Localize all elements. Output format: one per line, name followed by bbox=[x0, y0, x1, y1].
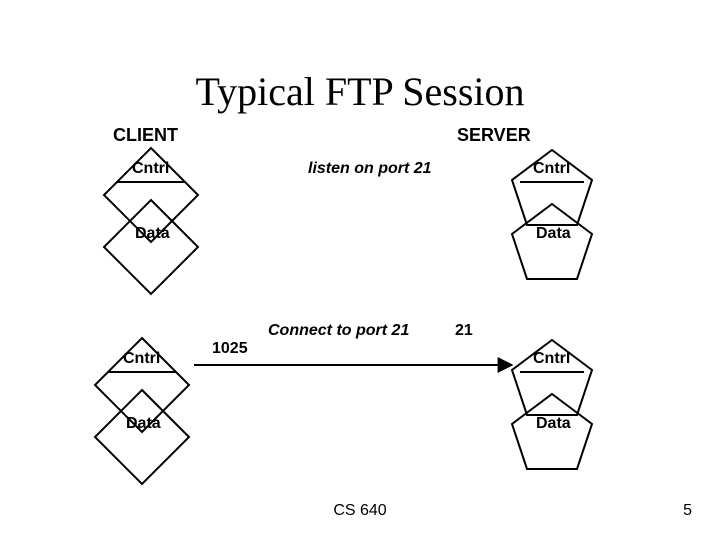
server-header: SERVER bbox=[457, 125, 531, 146]
slide-title: Typical FTP Session bbox=[0, 68, 720, 115]
client-header: CLIENT bbox=[113, 125, 178, 146]
client-diamond-2-icon bbox=[104, 200, 198, 294]
footer-slide-number: 5 bbox=[683, 502, 692, 520]
client-diamond-4-icon bbox=[95, 390, 189, 484]
server-data-1-label: Data bbox=[536, 225, 571, 243]
server-cntrl-1-label: Cntrl bbox=[533, 160, 570, 178]
client-cntrl-1-label: Cntrl bbox=[132, 160, 169, 178]
client-data-2-label: Data bbox=[126, 415, 161, 433]
server-port-label: 21 bbox=[455, 322, 473, 340]
server-data-2-label: Data bbox=[536, 415, 571, 433]
client-cntrl-2-label: Cntrl bbox=[123, 350, 160, 368]
slide: Typical FTP Session CLIENT SERVER bbox=[0, 0, 720, 540]
footer-course: CS 640 bbox=[0, 502, 720, 520]
server-cntrl-2-label: Cntrl bbox=[533, 350, 570, 368]
client-data-1-label: Data bbox=[135, 225, 170, 243]
connect-message: Connect to port 21 bbox=[268, 322, 409, 340]
listen-message: listen on port 21 bbox=[308, 160, 432, 178]
client-port-label: 1025 bbox=[212, 340, 248, 358]
